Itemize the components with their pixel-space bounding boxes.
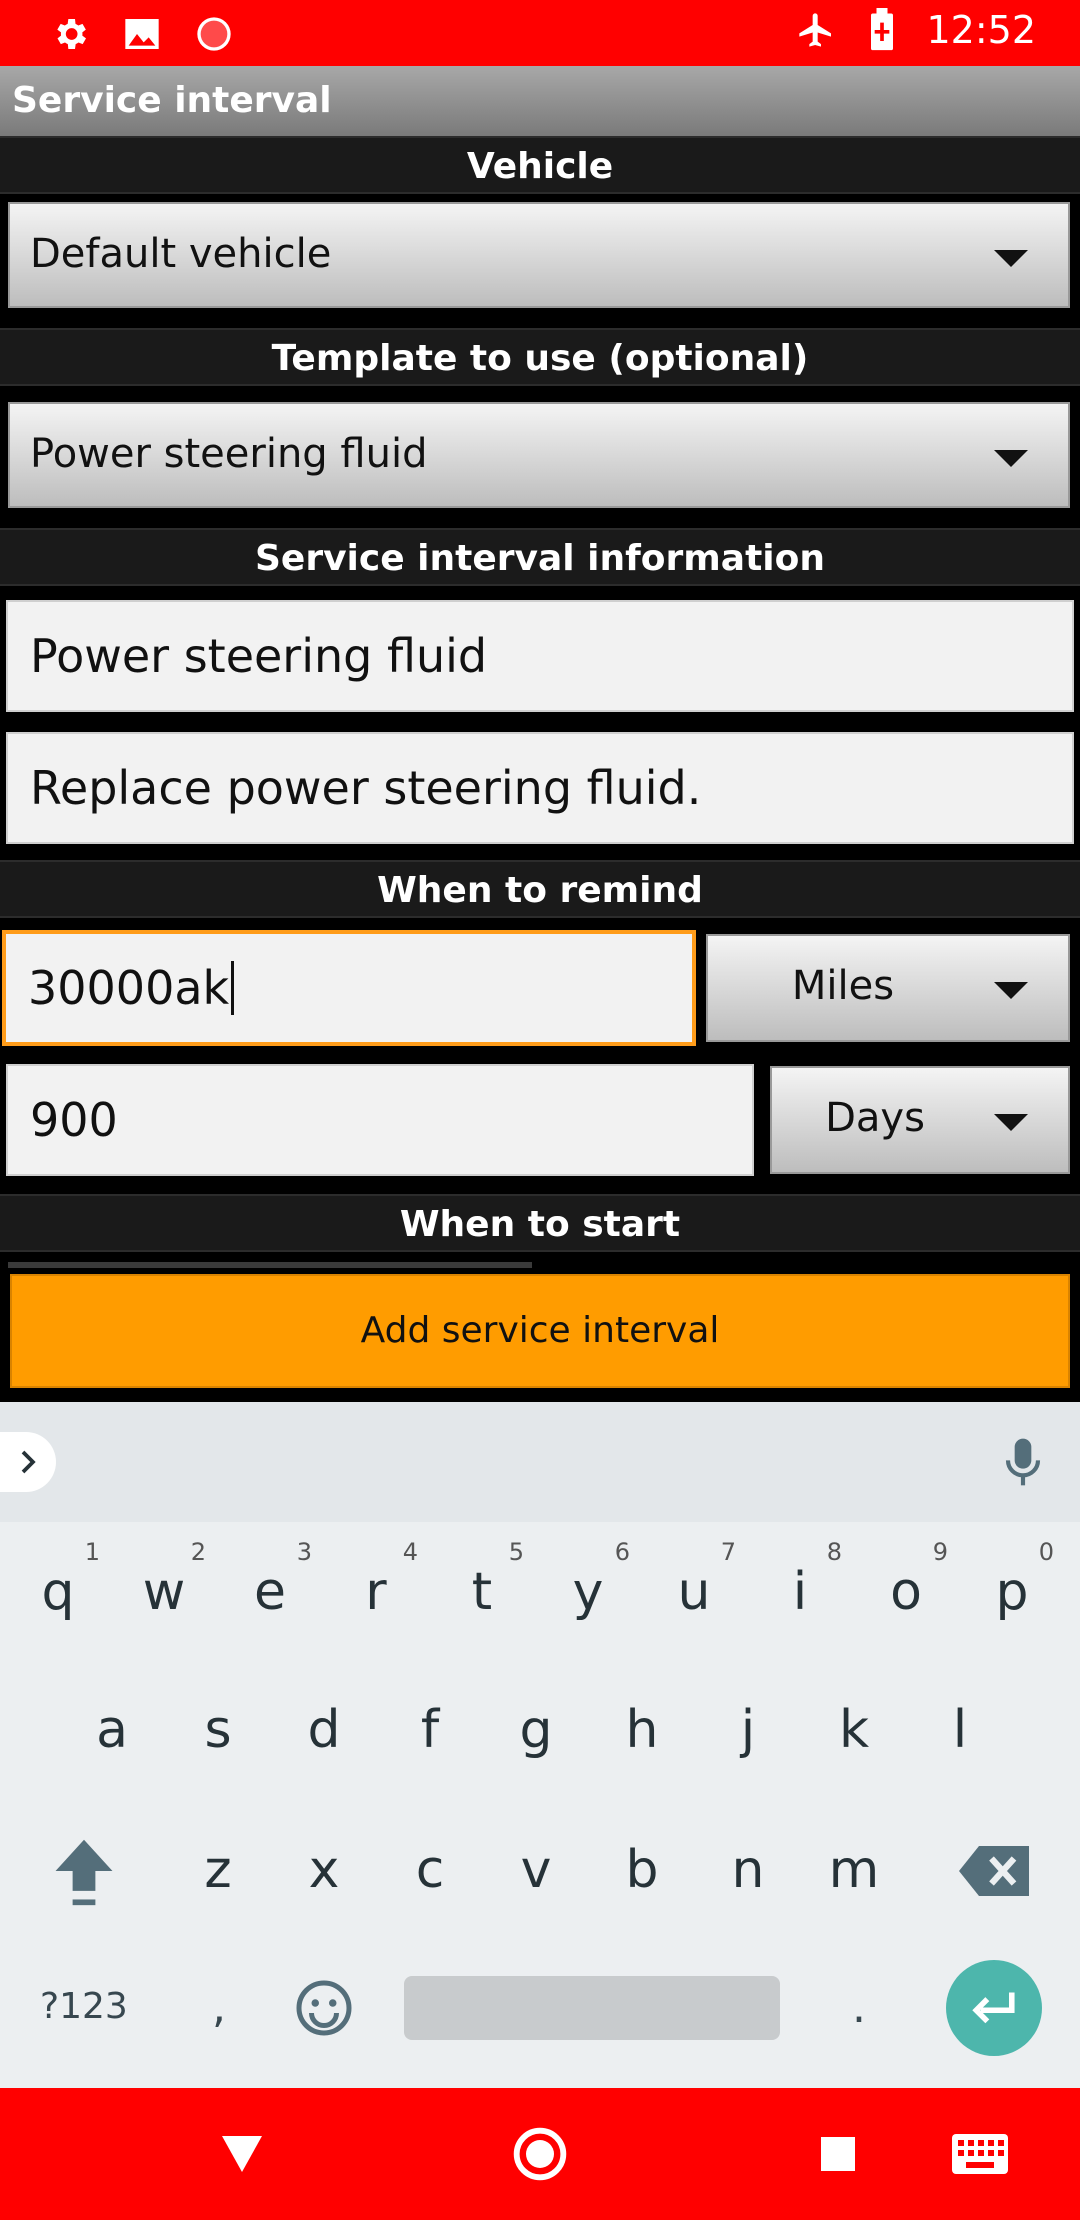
key-u[interactable]: u7	[644, 1532, 744, 1652]
airplane-icon	[794, 8, 838, 52]
record-icon	[192, 12, 236, 56]
vehicle-spinner[interactable]: Default vehicle	[8, 202, 1070, 308]
clock: 12:52	[926, 8, 1036, 52]
interval-name-value: Power steering fluid	[30, 629, 488, 683]
key-a[interactable]: a	[62, 1670, 162, 1790]
page-title: Service interval	[0, 66, 1080, 136]
distance-value: 30000ak	[28, 961, 230, 1015]
scroll-indicator	[8, 1262, 532, 1268]
dropdown-arrow-icon	[994, 250, 1028, 267]
time-unit-spinner[interactable]: Days	[770, 1066, 1070, 1174]
enter-key[interactable]	[946, 1960, 1042, 2056]
key-s[interactable]: s	[168, 1670, 268, 1790]
spacebar[interactable]	[404, 1976, 780, 2040]
key-i[interactable]: i8	[750, 1532, 850, 1652]
comma-key[interactable]: ,	[212, 1982, 226, 2033]
key-w[interactable]: w2	[114, 1532, 214, 1652]
distance-unit-value: Miles	[791, 963, 895, 1009]
section-header-vehicle: Vehicle	[0, 136, 1080, 194]
section-header-info: Service interval information	[0, 528, 1080, 586]
gear-icon	[48, 12, 92, 56]
dropdown-arrow-icon	[994, 982, 1028, 999]
key-v[interactable]: v	[486, 1810, 586, 1930]
time-unit-value: Days	[825, 1095, 925, 1141]
section-header-start: When to start	[0, 1194, 1080, 1252]
add-service-interval-button[interactable]: Add service interval	[10, 1274, 1070, 1388]
period-key[interactable]: .	[852, 1982, 866, 2033]
key-y[interactable]: y6	[538, 1532, 638, 1652]
key-q[interactable]: q1	[8, 1532, 108, 1652]
key-h[interactable]: h	[592, 1670, 692, 1790]
keyboard-switch-icon[interactable]	[950, 2124, 1010, 2184]
key-p[interactable]: p0	[962, 1532, 1062, 1652]
shift-key[interactable]	[34, 1810, 134, 1930]
status-bar: 12:52	[0, 0, 1080, 66]
interval-name-input[interactable]: Power steering fluid	[6, 600, 1074, 712]
interval-description-input[interactable]: Replace power steering fluid.	[6, 732, 1074, 844]
key-r[interactable]: r4	[326, 1532, 426, 1652]
symbols-key[interactable]: ?123	[40, 1986, 128, 2027]
vehicle-spinner-value: Default vehicle	[30, 231, 332, 277]
home-icon[interactable]	[510, 2124, 570, 2184]
key-l[interactable]: l	[910, 1670, 1010, 1790]
chevron-right-icon[interactable]	[0, 1432, 56, 1492]
key-t[interactable]: t5	[432, 1532, 532, 1652]
template-spinner[interactable]: Power steering fluid	[8, 402, 1070, 508]
microphone-icon[interactable]	[998, 1430, 1048, 1494]
time-input[interactable]: 900	[6, 1064, 754, 1176]
key-x[interactable]: x	[274, 1810, 374, 1930]
image-icon	[120, 12, 164, 56]
key-j[interactable]: j	[698, 1670, 798, 1790]
interval-description-value: Replace power steering fluid.	[30, 761, 702, 815]
keyboard-suggestion-strip	[0, 1402, 1080, 1522]
template-spinner-value: Power steering fluid	[30, 431, 428, 477]
backspace-icon[interactable]	[944, 1810, 1044, 1930]
soft-keyboard: q1 w2 e3 r4 t5 y6 u7 i8 o9 p0 a s d f g …	[0, 1402, 1080, 2088]
key-z[interactable]: z	[168, 1810, 268, 1930]
key-b[interactable]: b	[592, 1810, 692, 1930]
time-value: 900	[30, 1093, 118, 1147]
key-o[interactable]: o9	[856, 1532, 956, 1652]
key-g[interactable]: g	[486, 1670, 586, 1790]
service-interval-form: Vehicle Default vehicle Template to use …	[0, 136, 1080, 1402]
text-caret	[231, 961, 235, 1015]
key-d[interactable]: d	[274, 1670, 374, 1790]
key-n[interactable]: n	[698, 1810, 798, 1930]
section-header-remind: When to remind	[0, 860, 1080, 918]
recents-icon[interactable]	[808, 2124, 868, 2184]
section-header-template: Template to use (optional)	[0, 328, 1080, 386]
distance-unit-spinner[interactable]: Miles	[706, 934, 1070, 1042]
key-k[interactable]: k	[804, 1670, 904, 1790]
navigation-bar	[0, 2088, 1080, 2220]
key-f[interactable]: f	[380, 1670, 480, 1790]
distance-input[interactable]: 30000ak	[2, 930, 696, 1046]
dropdown-arrow-icon	[994, 450, 1028, 467]
dropdown-arrow-icon	[994, 1114, 1028, 1131]
battery-charging-icon	[860, 8, 904, 52]
key-e[interactable]: e3	[220, 1532, 320, 1652]
key-c[interactable]: c	[380, 1810, 480, 1930]
back-triangle-icon[interactable]	[212, 2124, 272, 2184]
key-m[interactable]: m	[804, 1810, 904, 1930]
emoji-icon[interactable]	[294, 1978, 354, 2047]
